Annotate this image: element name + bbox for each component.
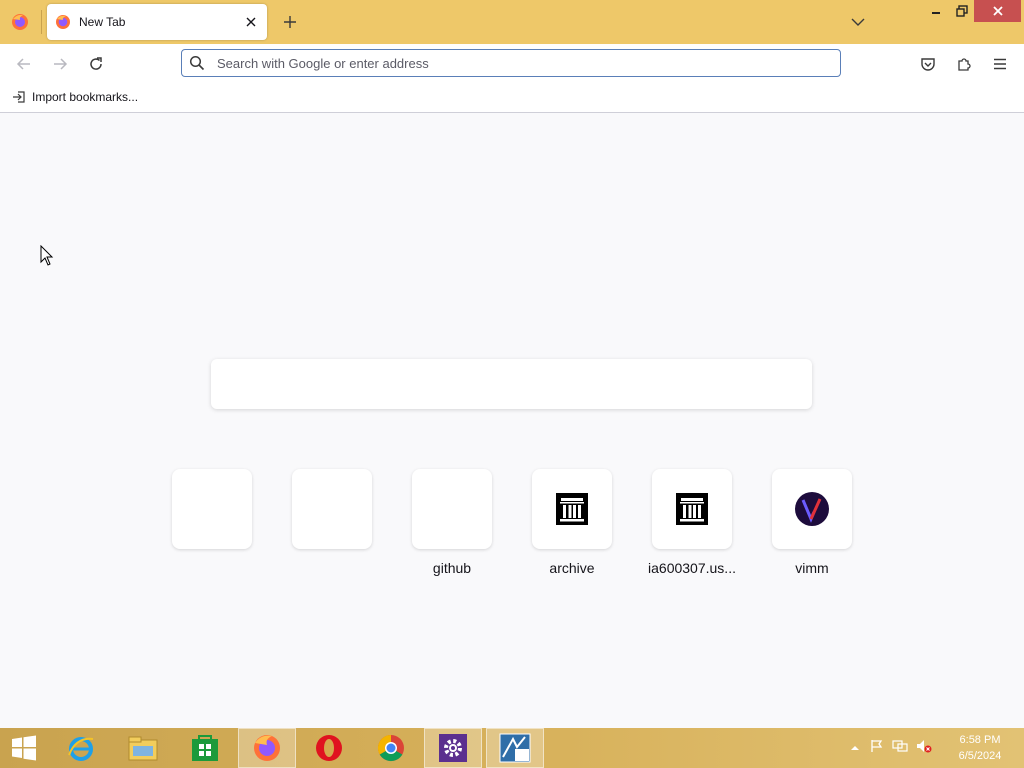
chevron-up-icon xyxy=(851,746,859,750)
archive-icon xyxy=(556,493,588,525)
taskbar-firefox[interactable] xyxy=(238,728,296,768)
import-icon xyxy=(13,91,25,103)
start-button[interactable] xyxy=(0,728,48,768)
forward-button[interactable] xyxy=(46,50,74,78)
shortcut-label: vimm xyxy=(795,560,829,576)
vimm-icon xyxy=(795,492,829,526)
plus-icon xyxy=(284,16,296,28)
new-tab-button[interactable] xyxy=(278,10,302,34)
tab-title: New Tab xyxy=(79,15,126,29)
back-arrow-icon xyxy=(16,58,30,70)
import-bookmarks-label: Import bookmarks... xyxy=(32,90,139,104)
network-button[interactable] xyxy=(892,739,908,758)
minimize-icon xyxy=(932,12,940,14)
shortcut-icon-box[interactable] xyxy=(172,469,252,549)
show-hidden-icons-button[interactable] xyxy=(850,739,860,757)
shortcut-label: archive xyxy=(549,560,595,576)
taskbar: 6:58 PM 6/5/2024 xyxy=(0,728,1024,768)
taskbar-internet-explorer[interactable] xyxy=(52,728,110,768)
shortcut-icon-box[interactable] xyxy=(772,469,852,549)
reload-icon xyxy=(90,57,102,70)
taskbar-opera[interactable] xyxy=(300,728,358,768)
taskbar-app-10[interactable] xyxy=(486,728,544,768)
shortcut-icon-box[interactable] xyxy=(532,469,612,549)
taskbar-chrome[interactable] xyxy=(362,728,420,768)
firefox-icon xyxy=(254,735,280,761)
settings-icon xyxy=(439,734,467,762)
taskbar-store[interactable] xyxy=(176,728,234,768)
shortcut-icon-box[interactable] xyxy=(292,469,372,549)
restore-icon xyxy=(956,5,968,17)
forward-arrow-icon xyxy=(54,58,68,70)
shortcut-tile-archive[interactable]: archive xyxy=(532,469,612,576)
close-icon xyxy=(246,17,256,27)
url-bar[interactable] xyxy=(181,49,841,77)
store-icon xyxy=(192,735,218,761)
firefox-icon xyxy=(12,14,28,30)
network-icon xyxy=(892,739,908,752)
pocket-icon xyxy=(921,58,935,71)
new-tab-page: github archive ia600307.us... vimm xyxy=(0,113,1024,728)
puzzle-icon xyxy=(958,58,971,71)
import-bookmarks-button[interactable]: Import bookmarks... xyxy=(12,90,138,104)
file-explorer-icon xyxy=(128,736,158,761)
clock-date: 6/5/2024 xyxy=(958,750,1002,762)
page-search-box[interactable] xyxy=(211,359,812,409)
hamburger-menu-icon xyxy=(994,58,1006,70)
shortcut-tile-ia600307[interactable]: ia600307.us... xyxy=(648,469,736,576)
start-icon xyxy=(12,735,36,761)
restore-button[interactable] xyxy=(947,0,977,22)
reload-button[interactable] xyxy=(82,50,110,78)
system-clock[interactable]: 6:58 PM 6/5/2024 xyxy=(944,732,1016,764)
search-icon xyxy=(189,55,205,71)
opera-icon xyxy=(316,735,342,761)
close-tab-button[interactable] xyxy=(239,10,263,34)
pocket-button[interactable] xyxy=(914,50,942,78)
taskbar-settings[interactable] xyxy=(424,728,482,768)
menu-button[interactable] xyxy=(986,50,1014,78)
tab-new-tab[interactable]: New Tab xyxy=(47,4,267,40)
internet-explorer-icon xyxy=(68,737,94,761)
mouse-cursor-icon xyxy=(40,245,54,266)
flag-icon xyxy=(871,739,883,752)
action-center-button[interactable] xyxy=(870,739,884,758)
archive-icon xyxy=(676,493,708,525)
close-icon xyxy=(992,6,1003,16)
clock-time: 6:58 PM xyxy=(959,734,1001,746)
navigation-bar xyxy=(0,44,1024,84)
shortcut-icon-box[interactable] xyxy=(652,469,732,549)
volume-button[interactable] xyxy=(916,739,932,758)
chevron-down-icon xyxy=(851,18,865,26)
shortcut-tile-vimm[interactable]: vimm xyxy=(772,469,852,576)
system-tray xyxy=(850,728,932,768)
app-10-icon xyxy=(499,733,531,763)
firefox-view-button[interactable] xyxy=(0,0,42,44)
volume-muted-icon xyxy=(917,739,932,752)
chrome-icon xyxy=(377,734,404,762)
shortcut-tile[interactable] xyxy=(172,469,252,560)
shortcut-tile[interactable] xyxy=(292,469,372,560)
title-bar: New Tab xyxy=(0,0,1024,44)
taskbar-file-explorer[interactable] xyxy=(114,728,172,768)
bookmarks-toolbar: Import bookmarks... xyxy=(0,84,1024,113)
back-button[interactable] xyxy=(10,50,38,78)
shortcut-icon-box[interactable] xyxy=(412,469,492,549)
shortcut-tile-github[interactable]: github xyxy=(412,469,492,576)
address-input[interactable] xyxy=(215,54,840,72)
list-all-tabs-button[interactable] xyxy=(846,10,870,34)
extensions-button[interactable] xyxy=(950,50,978,78)
shortcut-label: github xyxy=(432,560,472,576)
close-window-button[interactable] xyxy=(974,0,1021,22)
shortcut-label: ia600307.us... xyxy=(648,560,736,576)
firefox-icon xyxy=(56,15,70,29)
